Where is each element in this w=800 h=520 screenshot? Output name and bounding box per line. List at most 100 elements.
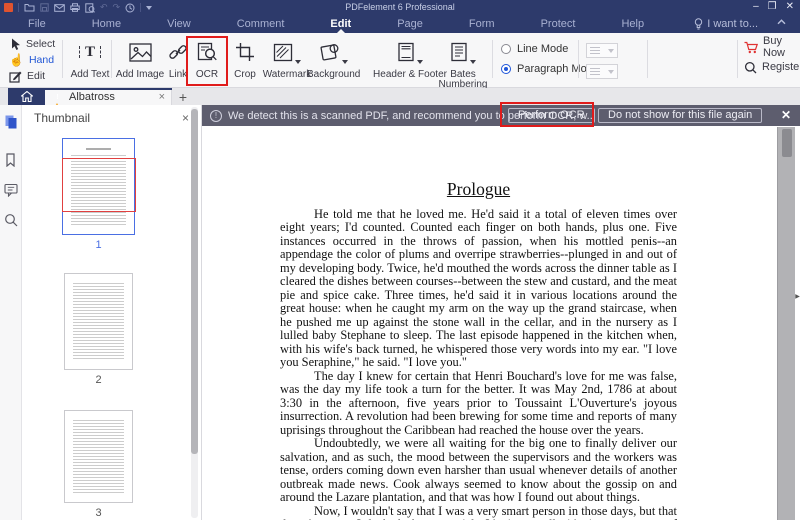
register-label: Register [762,61,800,73]
background-icon [319,42,340,62]
document-tab-title: Albatross [69,90,115,103]
radio-unchecked-icon [501,44,511,54]
page-thumbnail-1[interactable] [62,138,136,235]
menu-help[interactable]: Help [621,18,644,30]
hand-tool[interactable]: ☝ Hand [9,52,55,68]
link-button[interactable]: Link [164,36,192,80]
watermark-icon [273,43,293,62]
save-icon[interactable] [40,3,49,12]
menu-form[interactable]: Form [469,18,495,30]
header-footer-dropdown-icon [417,60,423,64]
scrollbar-thumb[interactable] [782,129,792,157]
thumbnail-panel-header: Thumbnail × [22,105,201,130]
menu-view[interactable]: View [167,18,191,30]
ocr-button[interactable]: OCR [192,36,222,80]
open-folder-icon[interactable] [24,3,35,12]
paragraph: Now, I wouldn't say that I was a very sm… [280,503,677,520]
bates-numbering-button[interactable]: Bates Numbering [437,36,489,90]
watermark-button[interactable]: Watermark [261,36,313,80]
dismiss-notification-button[interactable]: Do not show for this file again [598,108,763,123]
menu-file[interactable]: File [28,18,46,30]
numbered-list-dropdown[interactable] [586,43,618,58]
viewport-indicator [62,158,136,212]
select-label: Select [26,38,56,50]
navigation-panel-strip [0,105,22,520]
bates-dropdown-icon [470,60,476,64]
page-thumbnail-2[interactable] [64,273,133,370]
new-tab-button[interactable]: + [172,88,194,105]
quick-access-toolbar: ↶ ↷ [4,1,153,14]
bullet-list-dropdown[interactable] [586,64,618,79]
redo-icon[interactable]: ↷ [113,3,121,12]
perform-ocr-button[interactable]: Perform OCR [508,108,595,123]
thumbnail-panel-icon[interactable] [0,111,21,133]
menu-protect[interactable]: Protect [541,18,576,30]
add-image-icon [128,42,152,62]
close-button[interactable]: ✕ [786,0,794,14]
print-icon[interactable] [70,3,80,12]
collapse-ribbon-icon[interactable] [777,19,786,25]
panel-close-icon[interactable]: × [182,111,189,125]
menu-edit[interactable]: Edit [330,18,351,30]
divider [18,3,19,12]
maximize-button[interactable]: ❐ [768,0,777,14]
edit-mode-group: Line Mode Paragraph Mode [501,42,599,76]
paragraph-mode-radio[interactable]: Paragraph Mode [501,62,599,76]
comment-panel-icon[interactable] [0,179,21,201]
paragraph: The day I knew for certain that Henri Bo… [280,368,677,437]
search-panel-icon[interactable] [0,209,21,231]
divider [140,3,142,12]
document-tab-albatross[interactable]: ! Albatross × [45,88,172,114]
i-want-to-search[interactable]: I want to... [694,15,758,33]
ribbon-toolbar: Select ☝ Hand Edit T Add Text Add Image … [0,33,800,90]
mini-page-heading [85,148,112,150]
page-number-2: 2 [95,374,102,386]
email-icon[interactable] [54,3,65,12]
panel-title: Thumbnail [34,110,91,125]
tab-close-icon[interactable]: × [159,91,165,103]
buy-now-button[interactable]: Buy Now [744,35,800,59]
list-lines-icon [590,46,600,55]
bookmark-panel-icon[interactable] [0,149,21,171]
line-mode-radio[interactable]: Line Mode [501,42,599,56]
minimize-button[interactable]: – [753,0,759,14]
watermark-dropdown-icon [295,60,301,64]
edit-pencil-icon [9,70,22,83]
active-tab-indicator [8,88,172,90]
edit-label: Edit [27,70,46,82]
page-thumbnail-3[interactable] [64,410,133,503]
pdf-page-content: Prologue He told me that he loved me. He… [280,126,677,520]
menu-comment[interactable]: Comment [237,18,285,30]
scrollbar-thumb[interactable] [191,109,198,454]
link-icon [168,42,188,62]
mini-page-text [73,420,124,493]
dropdown-caret-icon [608,48,614,53]
expand-right-panel-icon[interactable]: ▶ [795,289,800,303]
paragraph: He told me that he loved me. He'd said i… [280,206,677,369]
notification-close-icon[interactable]: ✕ [781,108,791,122]
history-icon[interactable] [125,3,135,13]
register-button[interactable]: Register [744,60,800,74]
preview-document-icon[interactable] [85,2,95,13]
app-logo-icon [4,3,13,12]
menu-page[interactable]: Page [397,18,423,30]
home-tab[interactable] [8,88,45,105]
background-button[interactable]: Background [307,36,360,80]
customize-toolbar-caret-icon[interactable] [146,5,153,10]
cart-icon [744,41,758,54]
thumbnail-scrollbar[interactable] [191,107,198,518]
divider [111,40,112,78]
edit-tool[interactable]: Edit [9,68,55,84]
select-tool[interactable]: Select [9,36,55,52]
menu-home[interactable]: Home [92,18,121,30]
info-icon: ! [210,109,222,122]
document-scrollbar[interactable] [777,127,795,520]
add-text-button[interactable]: T Add Text [66,36,114,80]
page-number-3: 3 [95,507,102,519]
add-image-button[interactable]: Add Image [114,36,166,80]
line-mode-label: Line Mode [517,43,569,55]
crop-button[interactable]: Crop [228,36,262,80]
bates-numbering-icon [450,42,468,62]
undo-icon[interactable]: ↶ [100,3,108,12]
pointer-tools-group: Select ☝ Hand Edit [9,36,55,84]
